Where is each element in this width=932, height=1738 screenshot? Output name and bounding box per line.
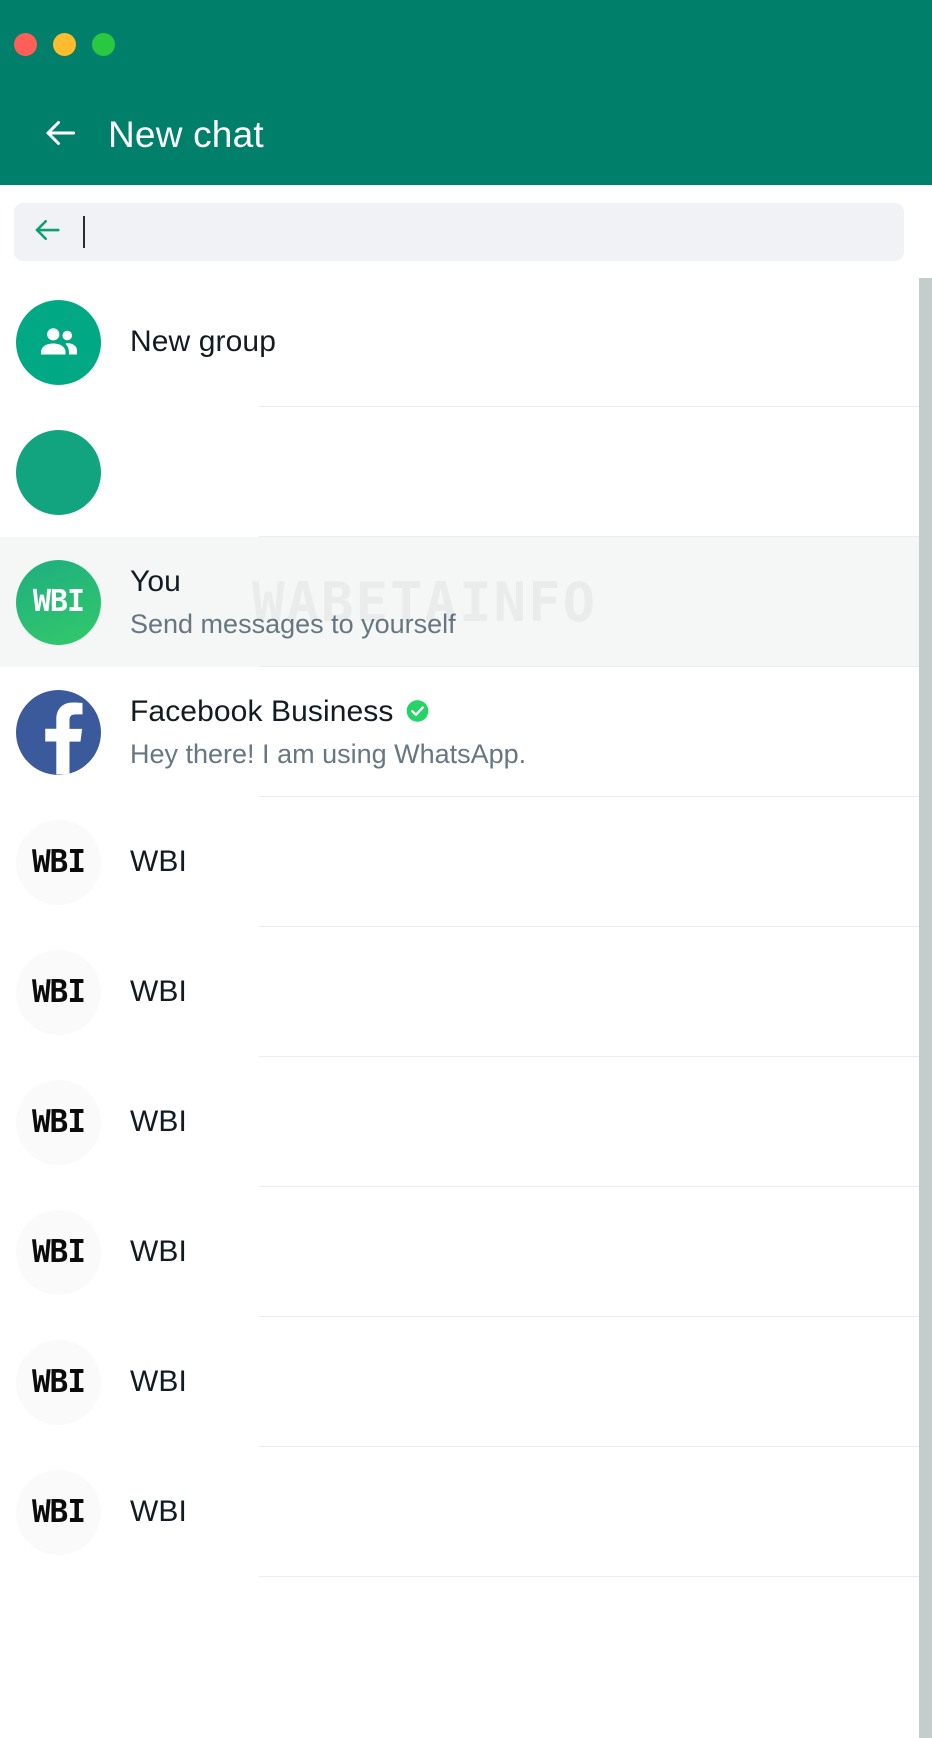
list-item-name: New group xyxy=(130,324,276,360)
wbi-avatar: WBI xyxy=(16,1340,101,1425)
list-item-title-line: WBI xyxy=(130,1494,912,1530)
avatar-container: WBI xyxy=(16,1340,130,1425)
list-item-title-line: WBI xyxy=(130,1104,912,1140)
list-item-wbi-2[interactable]: WBI WBI xyxy=(0,927,932,1057)
avatar-container: WBI xyxy=(16,950,130,1035)
list-item-title-line: Facebook Business xyxy=(130,694,912,730)
list-item-text: New group xyxy=(130,277,932,407)
text-caret xyxy=(83,216,85,248)
list-item-title-line: New group xyxy=(130,324,912,360)
search-input-wrapper[interactable] xyxy=(80,203,904,261)
avatar-initials: WBI xyxy=(32,847,85,878)
list-item-text: WBI xyxy=(130,1317,932,1447)
list-item-title-line: WBI xyxy=(130,1364,912,1400)
list-item-wbi-4[interactable]: WBI WBI xyxy=(0,1187,932,1317)
list-item-wbi-1[interactable]: WBI WBI xyxy=(0,797,932,927)
blank-avatar xyxy=(16,430,101,515)
list-item-title-line: WBI xyxy=(130,844,912,880)
row-divider xyxy=(259,1576,932,1577)
list-item-name: WBI xyxy=(130,1494,187,1530)
wbi-avatar: WBI xyxy=(16,1080,101,1165)
avatar-initials: WBI xyxy=(32,1237,85,1268)
list-item-name: WBI xyxy=(130,1104,187,1140)
avatar-initials: WBI xyxy=(32,977,85,1008)
list-item-text: WBI xyxy=(130,1057,932,1187)
list-item-title-line: WBI xyxy=(130,974,912,1010)
list-item-name: Facebook Business xyxy=(130,694,394,730)
whatsapp-new-chat-window: New chat New groupWBIYouSend mes xyxy=(0,0,932,1738)
arrow-left-icon xyxy=(29,215,65,250)
avatar-container: WBI xyxy=(16,1080,130,1165)
list-item-name: WBI xyxy=(130,1234,187,1270)
list-item-name: WBI xyxy=(130,844,187,880)
contact-list[interactable]: New group WBI You Send messages to yourself… xyxy=(0,277,932,1738)
list-item-wbi-6[interactable]: WBI WBI xyxy=(0,1447,932,1577)
search-area xyxy=(0,185,932,277)
avatar-container xyxy=(16,690,130,775)
list-item-facebook-business[interactable]: Facebook Business Hey there! I am using … xyxy=(0,667,932,797)
minimize-window-button[interactable] xyxy=(53,33,76,56)
list-item-title-line: WBI xyxy=(130,1234,912,1270)
avatar-container xyxy=(16,430,130,515)
list-item-wbi-5[interactable]: WBI WBI xyxy=(0,1317,932,1447)
list-item-text: You Send messages to yourselfWABETAINFO xyxy=(130,537,932,667)
avatar-container xyxy=(16,300,130,385)
group-people-icon xyxy=(16,300,101,385)
wbi-avatar: WBI xyxy=(16,1210,101,1295)
list-item-text: WBI xyxy=(130,1447,932,1577)
window-titlebar: New chat xyxy=(0,0,932,185)
list-item-you[interactable]: WBI You Send messages to yourselfWABETAINF… xyxy=(0,537,932,667)
list-item-text: WBI xyxy=(130,927,932,1057)
list-item-subtitle: Hey there! I am using WhatsApp. xyxy=(130,738,912,770)
list-item-subtitle: Send messages to yourself xyxy=(130,608,912,640)
avatar-initials: WBI xyxy=(33,587,84,617)
list-item-name: WBI xyxy=(130,974,187,1010)
back-button[interactable] xyxy=(24,115,96,156)
header-bar: New chat xyxy=(0,95,932,175)
wbi-avatar: WBI xyxy=(16,950,101,1035)
list-scrollbar[interactable] xyxy=(919,278,932,1738)
list-item-text xyxy=(130,407,932,537)
avatar-container: WBI xyxy=(16,1210,130,1295)
list-item-title-line: You xyxy=(130,564,912,600)
avatar-initials: WBI xyxy=(32,1497,85,1528)
avatar-container: WBI xyxy=(16,820,130,905)
search-bar[interactable] xyxy=(14,203,904,261)
avatar-initials: WBI xyxy=(32,1367,85,1398)
list-item-text: WBI xyxy=(130,797,932,927)
wabetainfo-watermark: WABETAINFO xyxy=(252,537,852,667)
wbi-avatar: WBI xyxy=(16,560,101,645)
list-item-wbi-3[interactable]: WBI WBI xyxy=(0,1057,932,1187)
list-item-new-group[interactable]: New group xyxy=(0,277,932,407)
list-item-name: You xyxy=(130,564,181,600)
avatar-initials: WBI xyxy=(32,1107,85,1138)
verified-badge-icon xyxy=(404,698,431,725)
list-item-text: Facebook Business Hey there! I am using … xyxy=(130,667,932,797)
close-window-button[interactable] xyxy=(14,33,37,56)
wbi-avatar: WBI xyxy=(16,820,101,905)
list-item-name: WBI xyxy=(130,1364,187,1400)
avatar-container: WBI xyxy=(16,1470,130,1555)
wbi-avatar: WBI xyxy=(16,1470,101,1555)
window-controls xyxy=(14,33,115,56)
avatar-container: WBI xyxy=(16,560,130,645)
list-item-text: WBI xyxy=(130,1187,932,1317)
facebook-icon xyxy=(16,690,101,775)
page-title: New chat xyxy=(108,114,264,156)
list-item-blank-green[interactable] xyxy=(0,407,932,537)
maximize-window-button[interactable] xyxy=(92,33,115,56)
search-back-button[interactable] xyxy=(14,203,80,261)
arrow-left-icon xyxy=(38,115,82,156)
